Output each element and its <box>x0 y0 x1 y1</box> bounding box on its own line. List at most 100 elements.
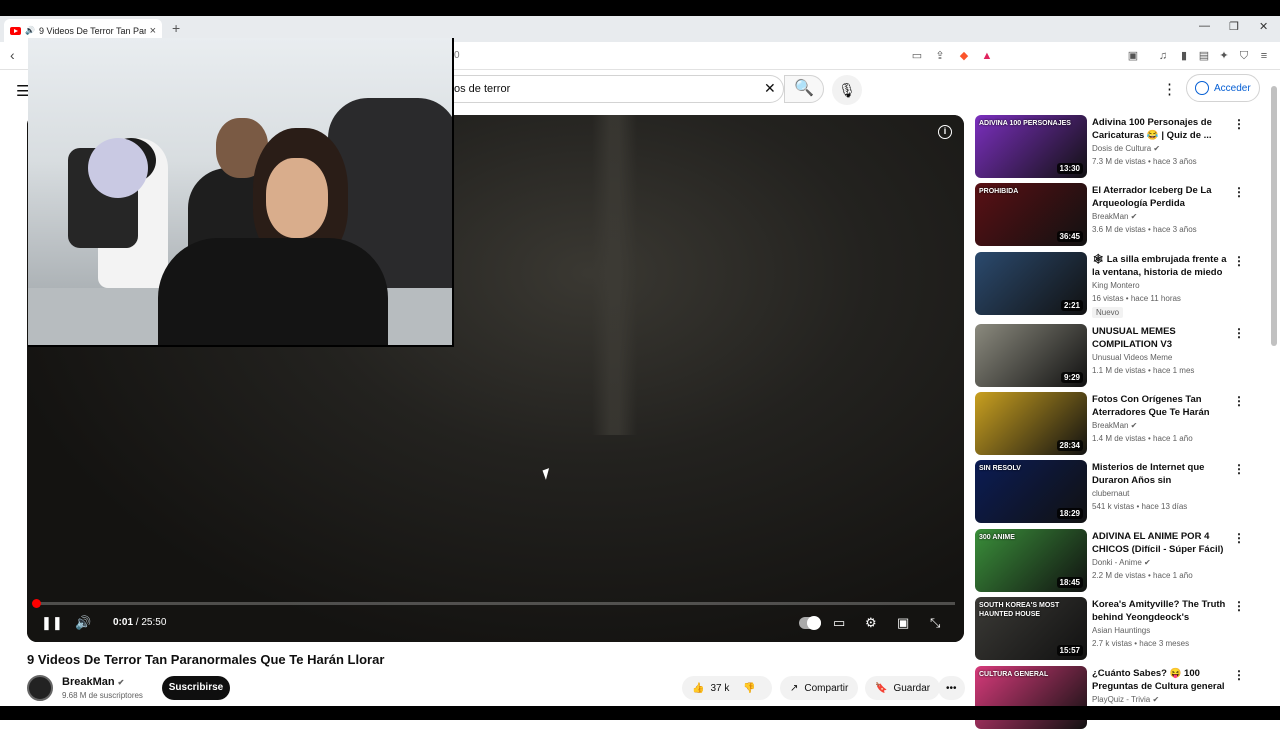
microphone-icon: 🎙 <box>838 82 856 98</box>
recommendation-item[interactable]: SIN RESOLV 18:29 Misterios de Internet que… <box>975 460 1265 524</box>
recommendation-channel[interactable]: Donki - Anime ✔ <box>1092 558 1151 567</box>
bookmarks-icon[interactable]: ▣ <box>1126 49 1140 63</box>
video-thumbnail[interactable]: 28:34 <box>975 392 1087 455</box>
video-thumbnail[interactable]: 300 ANIME 18:45 <box>975 529 1087 592</box>
recommendation-item[interactable]: 9:29 UNUSUAL MEMES COMPILATION V3 Unusual … <box>975 324 1265 388</box>
item-menu-icon[interactable]: ⋮ <box>1233 531 1245 545</box>
recommendation-meta: 16 vistas • hace 11 horas <box>1092 294 1181 303</box>
pause-icon[interactable]: ❚❚ <box>41 615 63 631</box>
thumbs-down-icon[interactable]: 👎 <box>743 683 755 694</box>
recommendation-channel[interactable]: clubernaut <box>1092 489 1129 498</box>
signin-button[interactable]: Acceder <box>1186 74 1260 102</box>
subscribe-button[interactable]: Suscribirse <box>162 676 230 700</box>
scrollbar[interactable] <box>1271 80 1277 700</box>
save-button[interactable]: 🔖 Guardar <box>865 676 941 700</box>
browser-menu-icon[interactable]: ≡ <box>1257 49 1271 63</box>
video-thumbnail[interactable]: SIN RESOLV 18:29 <box>975 460 1087 523</box>
channel-name[interactable]: BreakMan ✔ <box>62 676 124 688</box>
clear-search-icon[interactable]: ✕ <box>764 80 776 97</box>
tab-close-icon[interactable]: × <box>150 25 156 37</box>
info-icon[interactable]: i <box>938 125 952 139</box>
recommendation-item[interactable]: 2:21 🕸 La silla embrujada frente a la ven… <box>975 252 1265 318</box>
rewards-icon[interactable]: ▲ <box>980 49 994 63</box>
url-text[interactable]: 0 <box>454 50 460 61</box>
bottom-black-bar <box>0 706 1280 720</box>
recommendation-title[interactable]: Misterios de Internet que Duraron Años s… <box>1092 461 1232 488</box>
vpn-icon[interactable]: ⛉ <box>1237 49 1251 63</box>
search-input[interactable]: os de terror <box>454 83 510 95</box>
recommendation-item[interactable]: 300 ANIME 18:45 ADIVINA EL ANIME POR 4 CHI… <box>975 529 1265 593</box>
bookmark-icon: 🔖 <box>875 682 888 694</box>
sidebar-icon[interactable]: ▮ <box>1177 49 1191 63</box>
item-menu-icon[interactable]: ⋮ <box>1233 668 1245 682</box>
recommendation-channel[interactable]: Unusual Videos Meme <box>1092 353 1172 362</box>
scrollbar-thumb[interactable] <box>1271 86 1277 346</box>
subtitles-icon[interactable]: ▭ <box>833 615 845 631</box>
leo-icon[interactable]: ✦ <box>1217 49 1231 63</box>
volume-icon[interactable]: 🔊 <box>75 615 91 631</box>
recommendation-title[interactable]: ADIVINA EL ANIME POR 4 CHICOS (Difícil -… <box>1092 530 1232 557</box>
minimize-button[interactable]: — <box>1199 20 1210 32</box>
duration-badge: 18:45 <box>1056 577 1083 588</box>
share-label: Compartir <box>804 682 849 694</box>
item-menu-icon[interactable]: ⋮ <box>1233 326 1245 340</box>
recommendation-item[interactable]: ADIVINA 100 PERSONAJES 13:30 Adivina 100 P… <box>975 115 1265 179</box>
like-count[interactable]: 37 k <box>710 683 729 694</box>
video-thumbnail[interactable]: ADIVINA 100 PERSONAJES 13:30 <box>975 115 1087 178</box>
item-menu-icon[interactable]: ⋮ <box>1233 117 1245 131</box>
recommendation-title[interactable]: ¿Cuánto Sabes? 😝 100 Preguntas de Cultur… <box>1092 667 1232 694</box>
recommendation-channel[interactable]: King Montero <box>1092 281 1140 290</box>
recommendation-item[interactable]: SOUTH KOREA'S MOST HAUNTED HOUSE 15:57 Kor… <box>975 597 1265 661</box>
share-arrow-icon: ↗ <box>790 682 799 694</box>
channel-avatar[interactable] <box>27 675 53 701</box>
settings-menu-icon[interactable]: ⋮ <box>1162 80 1177 98</box>
item-menu-icon[interactable]: ⋮ <box>1233 394 1245 408</box>
video-thumbnail[interactable]: 9:29 <box>975 324 1087 387</box>
back-arrow-icon[interactable]: ‹ <box>10 47 15 63</box>
more-actions-button[interactable]: ••• <box>938 676 965 700</box>
recommendation-item[interactable]: CULTURA GENERAL ¿Cuánto Sabes? 😝 100 Preg… <box>975 666 1265 730</box>
video-thumbnail[interactable]: SOUTH KOREA'S MOST HAUNTED HOUSE 15:57 <box>975 597 1087 660</box>
brave-shield-icon[interactable]: ◆ <box>957 49 971 63</box>
fullscreen-exit-icon[interactable]: ⤡ <box>930 615 940 631</box>
item-menu-icon[interactable]: ⋮ <box>1233 185 1245 199</box>
youtube-favicon-icon <box>10 26 21 35</box>
wallet-icon[interactable]: ▤ <box>1197 49 1211 63</box>
recommendation-title[interactable]: 🕸 La silla embrujada frente a la ventana… <box>1092 253 1232 279</box>
video-thumbnail[interactable]: 2:21 <box>975 252 1087 315</box>
recommendation-channel[interactable]: BreakMan ✔ <box>1092 212 1137 221</box>
recommendation-channel[interactable]: Asian Hauntings <box>1092 626 1150 635</box>
item-menu-icon[interactable]: ⋮ <box>1233 599 1245 613</box>
recommendation-item[interactable]: PROHIBIDA 36:45 El Aterrador Iceberg De La… <box>975 183 1265 247</box>
maximize-button[interactable]: ❐ <box>1229 20 1239 33</box>
cast-icon[interactable]: ▭ <box>910 49 924 63</box>
search-box[interactable]: os de terror ✕ <box>454 75 784 103</box>
share-button[interactable]: ↗ Compartir <box>780 676 859 700</box>
recommendation-title[interactable]: Korea's Amityville? The Truth behind Yeo… <box>1092 598 1232 625</box>
autoplay-toggle[interactable] <box>799 616 821 630</box>
recommendation-title[interactable]: UNUSUAL MEMES COMPILATION V3 <box>1092 325 1232 351</box>
close-window-button[interactable]: ✕ <box>1259 20 1268 33</box>
recommendation-title[interactable]: Adivina 100 Personajes de Caricaturas 😂 … <box>1092 116 1232 142</box>
new-tab-button[interactable]: + <box>172 20 180 36</box>
item-menu-icon[interactable]: ⋮ <box>1233 254 1245 268</box>
recommendation-channel[interactable]: PlayQuiz - Trivia ✔ <box>1092 695 1159 704</box>
miniplayer-icon[interactable]: ▣ <box>897 615 909 631</box>
scrubber-handle[interactable] <box>32 599 41 608</box>
settings-gear-icon[interactable]: ⚙ <box>865 615 877 631</box>
recommendation-title[interactable]: Fotos Con Orígenes Tan Aterradores Que T… <box>1092 393 1232 420</box>
video-thumbnail[interactable]: PROHIBIDA 36:45 <box>975 183 1087 246</box>
share-icon[interactable]: ⇪ <box>933 49 947 63</box>
music-icon[interactable]: ♫ <box>1156 49 1170 63</box>
progress-bar[interactable] <box>32 599 955 608</box>
recommendation-item[interactable]: 28:34 Fotos Con Orígenes Tan Aterradores … <box>975 392 1265 456</box>
recommendation-channel[interactable]: BreakMan ✔ <box>1092 421 1137 430</box>
search-button[interactable]: 🔍 <box>784 75 824 103</box>
item-menu-icon[interactable]: ⋮ <box>1233 462 1245 476</box>
recommendation-meta: 2.7 k vistas • hace 3 meses <box>1092 639 1190 648</box>
recommendation-channel[interactable]: Dosis de Cultura ✔ <box>1092 144 1160 153</box>
thumbs-up-icon[interactable]: 👍 <box>692 683 704 694</box>
plush-toy <box>88 138 148 198</box>
voice-search-button[interactable]: 🎙 <box>832 75 862 105</box>
recommendation-title[interactable]: El Aterrador Iceberg De La Arqueología P… <box>1092 184 1232 210</box>
